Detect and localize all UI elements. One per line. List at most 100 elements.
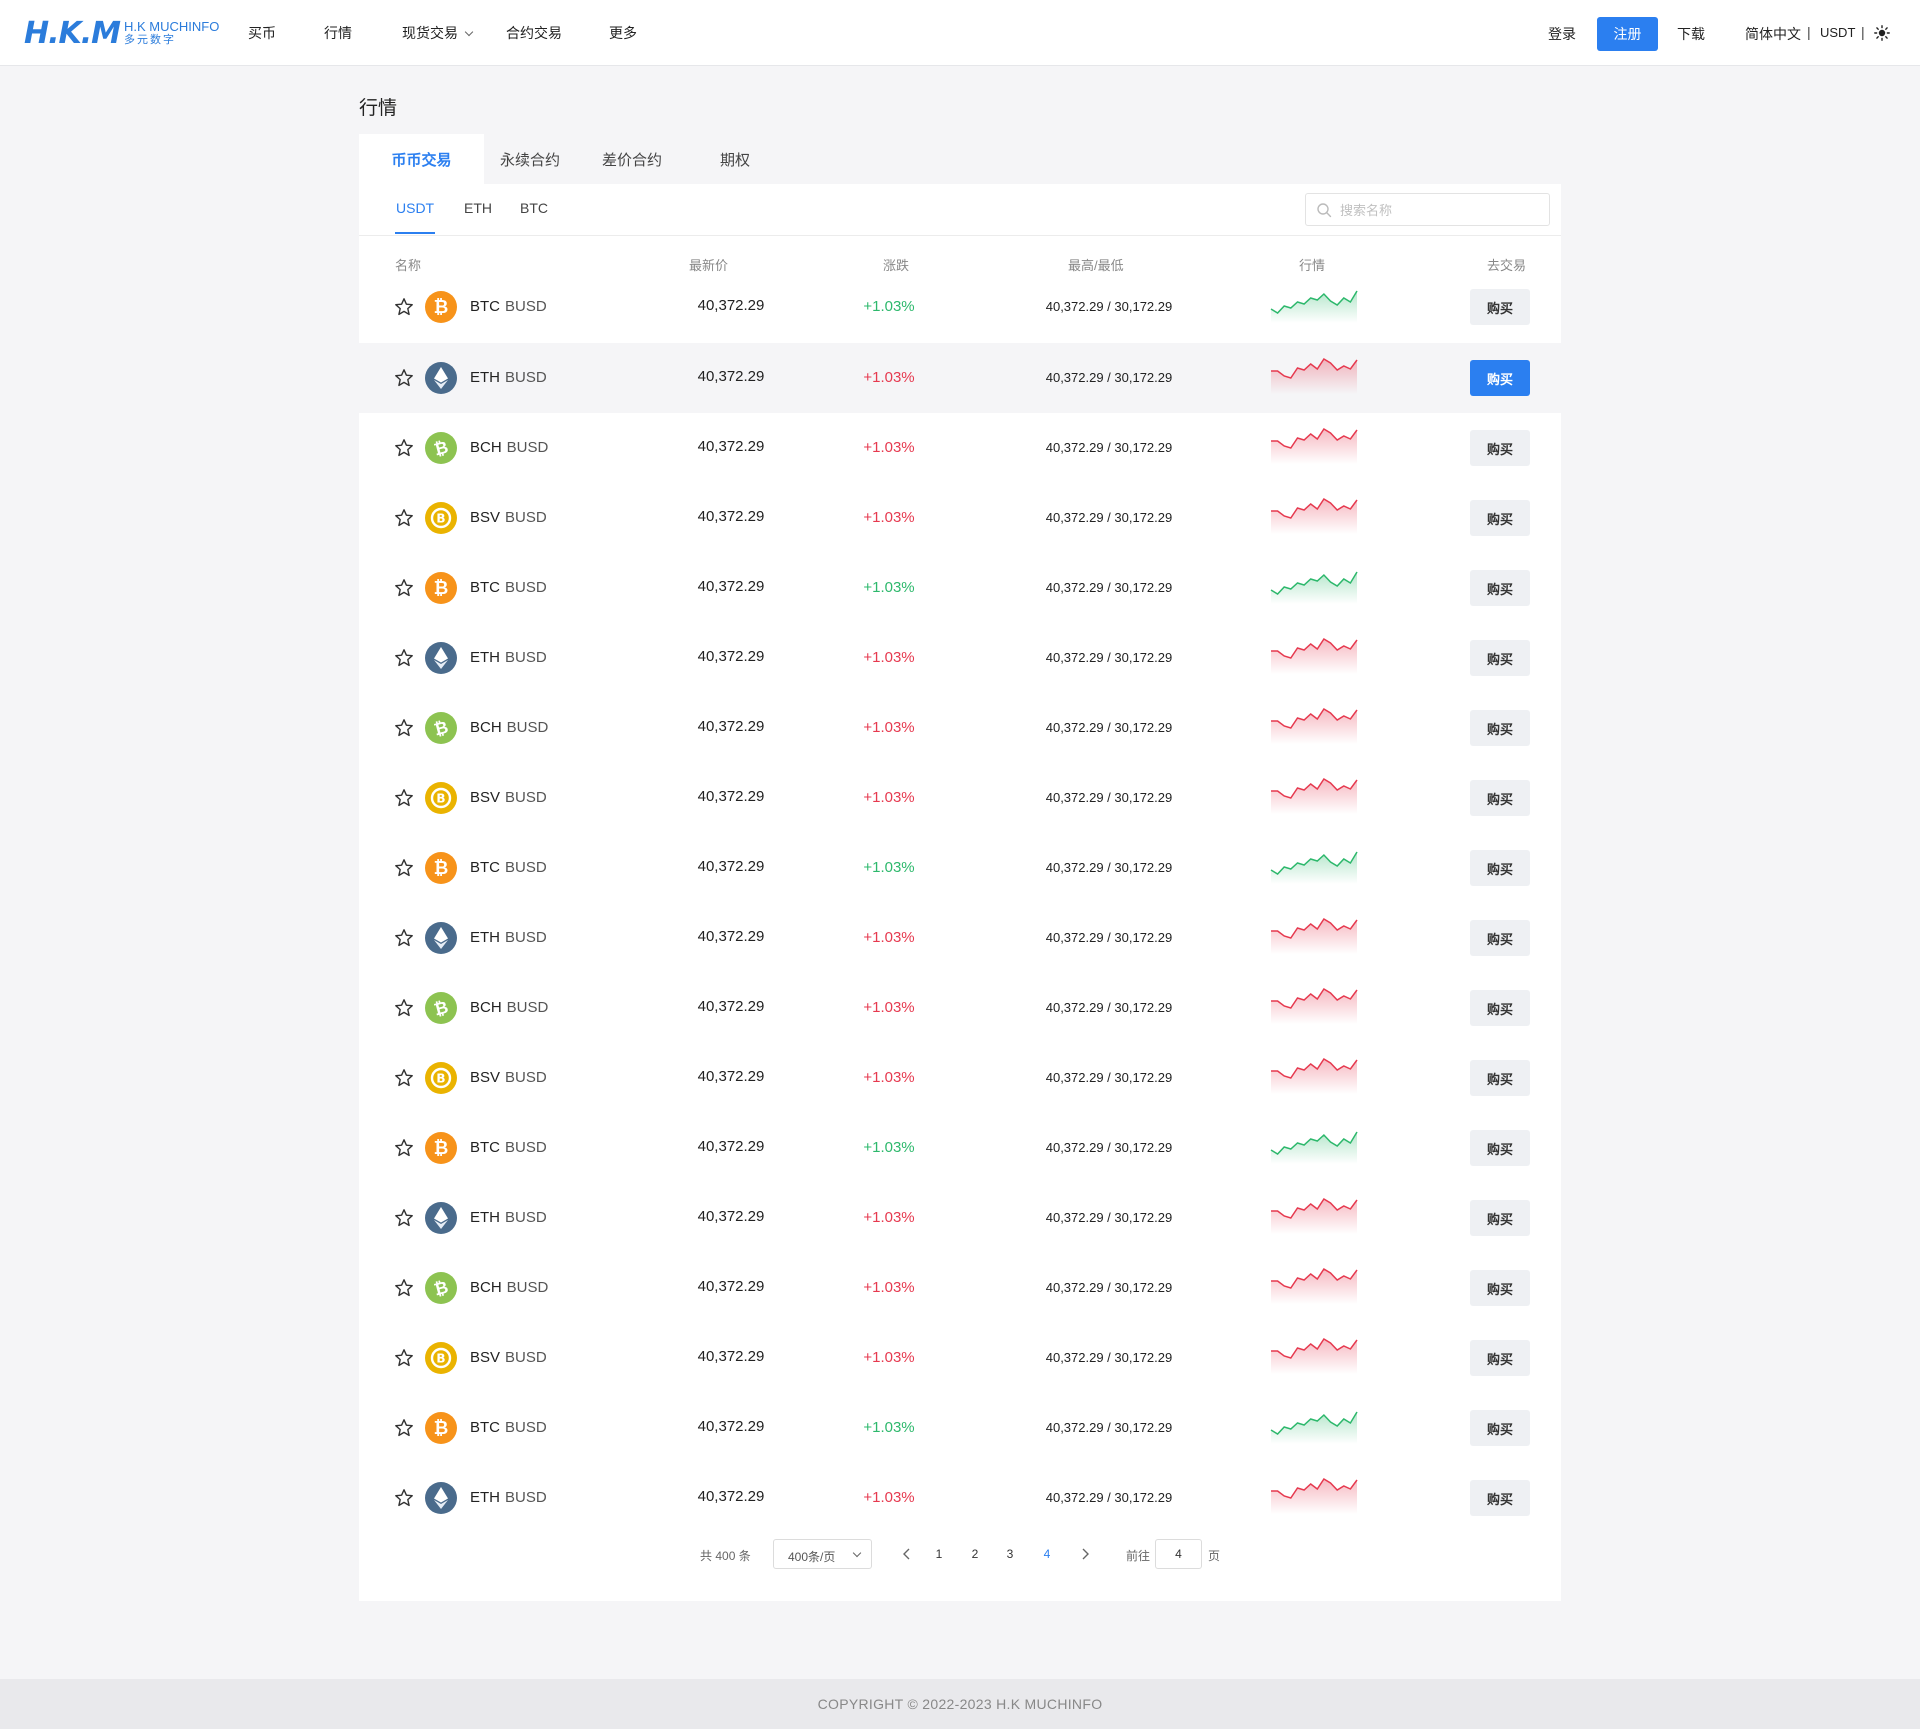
register-button[interactable]: 注册 <box>1597 17 1658 51</box>
star-icon[interactable] <box>394 297 414 317</box>
buy-button[interactable]: 购买 <box>1470 1480 1530 1516</box>
tab-cfd[interactable]: 差价合约 <box>602 134 662 184</box>
buy-button[interactable]: 购买 <box>1470 780 1530 816</box>
page-number[interactable]: 3 <box>1000 1547 1020 1561</box>
buy-button[interactable]: 购买 <box>1470 500 1530 536</box>
page-number-current[interactable]: 4 <box>1037 1547 1057 1561</box>
pair-name[interactable]: BCH BUSD <box>470 999 548 1016</box>
download-button[interactable]: 下载 <box>1677 24 1705 44</box>
language-selector[interactable]: 简体中文 <box>1745 24 1801 44</box>
star-icon[interactable] <box>394 858 414 878</box>
pair-name[interactable]: BTC BUSD <box>470 859 547 876</box>
pair-name[interactable]: BTC BUSD <box>470 1419 547 1436</box>
star-icon[interactable] <box>394 788 414 808</box>
buy-button[interactable]: 购买 <box>1470 1060 1530 1096</box>
buy-button[interactable]: 购买 <box>1470 1130 1530 1166</box>
star-icon[interactable] <box>394 508 414 528</box>
chevron-left-icon[interactable] <box>900 1547 914 1561</box>
pair-name[interactable]: BSV BUSD <box>470 1349 547 1366</box>
buy-button[interactable]: 购买 <box>1470 360 1530 396</box>
star-icon[interactable] <box>394 438 414 458</box>
sun-icon[interactable] <box>1874 25 1890 41</box>
table-row[interactable]: ₿ BTC BUSD 40,372.29 +1.03% 40,372.29 / 30,17… <box>359 1113 1561 1183</box>
table-row[interactable]: B BSV BUSD 40,372.29 +1.03% 40,372.29 / 30,17… <box>359 483 1561 553</box>
star-icon[interactable] <box>394 578 414 598</box>
page-number[interactable]: 1 <box>929 1547 949 1561</box>
tab-spot[interactable]: 币币交易 <box>359 134 484 184</box>
buy-button[interactable]: 购买 <box>1470 990 1530 1026</box>
table-row[interactable]: ₿ BCH BUSD 40,372.29 +1.03% 40,372.29 / 30,17… <box>359 693 1561 763</box>
pair-name[interactable]: BTC BUSD <box>470 579 547 596</box>
star-icon[interactable] <box>394 648 414 668</box>
nav-more[interactable]: 更多 <box>609 23 637 43</box>
pair-name[interactable]: ETH BUSD <box>470 929 547 946</box>
star-icon[interactable] <box>394 718 414 738</box>
star-icon[interactable] <box>394 1278 414 1298</box>
buy-button[interactable]: 购买 <box>1470 570 1530 606</box>
star-icon[interactable] <box>394 1138 414 1158</box>
star-icon[interactable] <box>394 1068 414 1088</box>
chevron-right-icon[interactable] <box>1078 1547 1092 1561</box>
table-row[interactable]: ETH BUSD 40,372.29 +1.03% 40,372.29 / 30,172… <box>359 623 1561 693</box>
login-button[interactable]: 登录 <box>1548 24 1576 44</box>
star-icon[interactable] <box>394 368 414 388</box>
star-icon[interactable] <box>394 1488 414 1508</box>
table-row[interactable]: ₿ BTC BUSD 40,372.29 +1.03% 40,372.29 / 30,17… <box>359 833 1561 903</box>
table-row[interactable]: ₿ BCH BUSD 40,372.29 +1.03% 40,372.29 / 30,17… <box>359 973 1561 1043</box>
nav-spot-trading[interactable]: 现货交易 <box>402 23 474 43</box>
table-row[interactable]: B BSV BUSD 40,372.29 +1.03% 40,372.29 / 30,17… <box>359 1323 1561 1393</box>
pair-name[interactable]: BTC BUSD <box>470 298 547 315</box>
buy-button[interactable]: 购买 <box>1470 430 1530 466</box>
pair-name[interactable]: ETH BUSD <box>470 1489 547 1506</box>
subtab-usdt[interactable]: USDT <box>396 200 434 216</box>
star-icon[interactable] <box>394 998 414 1018</box>
logo[interactable]: H.K.M H.K MUCHINFO 多元数字 <box>24 16 219 51</box>
tab-perpetual[interactable]: 永续合约 <box>500 134 560 184</box>
pair-name[interactable]: BCH BUSD <box>470 439 548 456</box>
buy-button[interactable]: 购买 <box>1470 850 1530 886</box>
buy-button[interactable]: 购买 <box>1470 1200 1530 1236</box>
table-row[interactable]: ₿ BCH BUSD 40,372.29 +1.03% 40,372.29 / 30,17… <box>359 413 1561 483</box>
goto-page-input[interactable] <box>1155 1539 1202 1569</box>
buy-button[interactable]: 购买 <box>1470 1410 1530 1446</box>
star-icon[interactable] <box>394 1418 414 1438</box>
buy-button[interactable]: 购买 <box>1470 1270 1530 1306</box>
nav-markets[interactable]: 行情 <box>324 23 352 43</box>
table-row[interactable]: ₿ BTC BUSD 40,372.29 +1.03% 40,372.29 / 30,17… <box>359 1393 1561 1463</box>
subtab-btc[interactable]: BTC <box>520 200 548 216</box>
search-box[interactable] <box>1305 193 1550 226</box>
nav-buy-coin[interactable]: 买币 <box>248 23 276 43</box>
buy-button[interactable]: 购买 <box>1470 710 1530 746</box>
buy-button[interactable]: 购买 <box>1470 640 1530 676</box>
pair-name[interactable]: ETH BUSD <box>470 1209 547 1226</box>
pair-name[interactable]: BCH BUSD <box>470 719 548 736</box>
star-icon[interactable] <box>394 928 414 948</box>
currency-selector[interactable]: USDT <box>1820 25 1855 40</box>
buy-button[interactable]: 购买 <box>1470 289 1530 325</box>
subtab-eth[interactable]: ETH <box>464 200 492 216</box>
buy-button[interactable]: 购买 <box>1470 920 1530 956</box>
table-row[interactable]: ETH BUSD 40,372.29 +1.03% 40,372.29 / 30,172… <box>359 1463 1561 1533</box>
pair-name[interactable]: BCH BUSD <box>470 1279 548 1296</box>
table-row[interactable]: ETH BUSD 40,372.29 +1.03% 40,372.29 / 30,172… <box>359 1183 1561 1253</box>
search-input[interactable] <box>1340 199 1540 221</box>
pair-name[interactable]: BTC BUSD <box>470 1139 547 1156</box>
pair-name[interactable]: BSV BUSD <box>470 1069 547 1086</box>
table-row[interactable]: ETH BUSD 40,372.29 +1.03% 40,372.29 / 30,172… <box>359 903 1561 973</box>
table-row[interactable]: B BSV BUSD 40,372.29 +1.03% 40,372.29 / 30,17… <box>359 763 1561 833</box>
pair-name[interactable]: ETH BUSD <box>470 369 547 386</box>
table-row[interactable]: ₿ BCH BUSD 40,372.29 +1.03% 40,372.29 / 30,17… <box>359 1253 1561 1323</box>
table-row[interactable]: ₿ BTC BUSD 40,372.29 +1.03% 40,372.29 / 30,17… <box>359 553 1561 623</box>
star-icon[interactable] <box>394 1208 414 1228</box>
tab-options[interactable]: 期权 <box>720 134 750 184</box>
nav-contract-trading[interactable]: 合约交易 <box>506 23 562 43</box>
table-row[interactable]: B BSV BUSD 40,372.29 +1.03% 40,372.29 / 30,17… <box>359 1043 1561 1113</box>
table-row[interactable]: ETH BUSD 40,372.29 +1.03% 40,372.29 / 30,172… <box>359 343 1561 413</box>
pair-name[interactable]: BSV BUSD <box>470 509 547 526</box>
star-icon[interactable] <box>394 1348 414 1368</box>
pair-name[interactable]: BSV BUSD <box>470 789 547 806</box>
table-row[interactable]: ₿ BTC BUSD 40,372.29 +1.03% 40,372.29 / 30,17… <box>359 272 1561 342</box>
page-number[interactable]: 2 <box>965 1547 985 1561</box>
pair-name[interactable]: ETH BUSD <box>470 649 547 666</box>
buy-button[interactable]: 购买 <box>1470 1340 1530 1376</box>
